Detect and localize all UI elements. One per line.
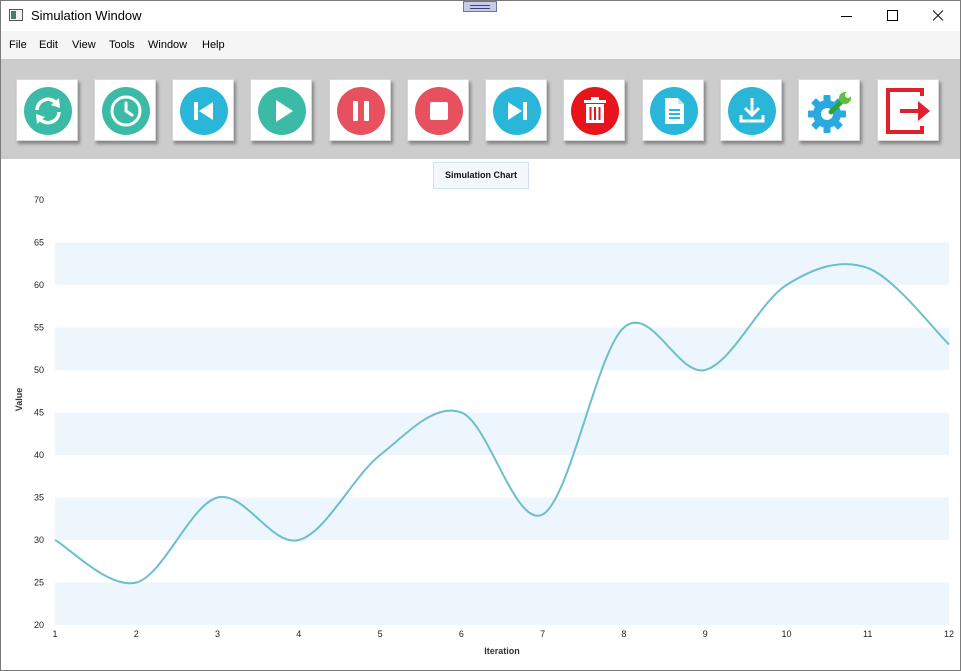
stop-icon	[415, 87, 463, 135]
data-point	[54, 539, 56, 541]
y-tick-label: 30	[34, 535, 44, 545]
y-tick-label: 70	[34, 195, 44, 205]
y-tick-label: 60	[34, 280, 44, 290]
x-tick-label: 12	[944, 629, 954, 639]
grid-band	[55, 497, 949, 540]
data-point	[379, 454, 381, 456]
simulation-chart: 20253035404550556065701 2 3 4 5 6 7 8 9 10 11 12Ite…	[14, 195, 954, 656]
x-tick-label: 11	[863, 629, 872, 639]
play-button[interactable]	[250, 79, 312, 141]
y-tick-label: 35	[34, 493, 44, 503]
chart-title: Simulation Chart	[433, 162, 529, 189]
grid-band	[55, 242, 949, 285]
pause-icon	[337, 87, 385, 135]
gear-wrench-icon	[808, 92, 851, 133]
skip-back-icon	[180, 87, 228, 135]
data-point	[948, 344, 950, 346]
data-point	[867, 267, 869, 269]
refresh-button[interactable]	[16, 79, 78, 141]
y-tick-label: 20	[34, 620, 44, 630]
x-tick-label: 9	[703, 629, 708, 639]
grid-band	[55, 412, 949, 455]
data-point	[623, 327, 625, 329]
y-tick-label: 65	[34, 238, 44, 248]
x-tick-label: 10	[781, 629, 791, 639]
grid-band	[55, 327, 949, 370]
x-axis-label: Iteration	[484, 646, 520, 656]
y-tick-label: 40	[34, 450, 44, 460]
chart-panel: 20 25 30 35 40 45 50 55 60 65 70 1 2 3 4 5 6 7 8 9 10 11 12 Ite…	[1, 159, 960, 670]
data-point	[217, 497, 219, 499]
data-point	[298, 539, 300, 541]
x-tick-label: 4	[296, 629, 301, 639]
app-icon	[9, 9, 23, 21]
stop-button[interactable]	[407, 79, 469, 141]
play-icon	[258, 87, 306, 135]
delete-button[interactable]	[563, 79, 625, 141]
minimize-button[interactable]	[823, 1, 869, 31]
close-button[interactable]	[915, 1, 960, 31]
menu-tools[interactable]: Tools	[109, 39, 135, 51]
x-tick-label: 2	[134, 629, 139, 639]
y-tick-label: 45	[34, 408, 44, 418]
menu-file[interactable]: File	[9, 39, 27, 51]
x-tick-label: 3	[215, 629, 220, 639]
exit-icon	[886, 88, 930, 134]
data-point	[785, 284, 787, 286]
skip-back-button[interactable]	[172, 79, 234, 141]
data-point	[135, 582, 137, 584]
y-tick-label: 50	[34, 365, 44, 375]
download-icon	[728, 87, 776, 135]
simulation-window: Simulation Window File Edit View Tools W…	[0, 0, 961, 671]
menu-help[interactable]: Help	[202, 39, 225, 51]
skip-forward-icon	[493, 87, 541, 135]
window-title: Simulation Window	[31, 8, 142, 23]
x-tick-label: 5	[378, 629, 383, 639]
pause-button[interactable]	[329, 79, 391, 141]
document-button[interactable]	[642, 79, 704, 141]
title-bar[interactable]: Simulation Window	[1, 1, 960, 31]
refresh-icon	[24, 87, 72, 135]
x-tick-label: 6	[459, 629, 464, 639]
maximize-button[interactable]	[869, 1, 915, 31]
skip-forward-button[interactable]	[485, 79, 547, 141]
x-tick-label: 7	[540, 629, 545, 639]
grid-band	[55, 582, 949, 625]
document-icon	[650, 87, 698, 135]
data-point	[704, 369, 706, 371]
menu-edit[interactable]: Edit	[39, 39, 58, 51]
download-button[interactable]	[720, 79, 782, 141]
menu-window[interactable]: Window	[148, 39, 187, 51]
x-tick-label: 8	[621, 629, 626, 639]
menu-bar: File Edit View Tools Window Help	[1, 31, 960, 59]
data-point	[542, 514, 544, 516]
data-point	[460, 412, 462, 414]
drag-grip-icon[interactable]	[463, 1, 497, 12]
y-tick-label: 25	[34, 578, 44, 588]
toolbar	[1, 59, 960, 159]
menu-view[interactable]: View	[72, 39, 96, 51]
trash-icon	[571, 87, 619, 135]
y-axis-label: Value	[14, 388, 24, 412]
clock-icon	[102, 87, 150, 135]
history-button[interactable]	[94, 79, 156, 141]
exit-button[interactable]	[877, 79, 939, 141]
settings-button[interactable]	[798, 79, 860, 141]
x-tick-label: 1	[52, 629, 57, 639]
y-tick-label: 55	[34, 323, 44, 333]
